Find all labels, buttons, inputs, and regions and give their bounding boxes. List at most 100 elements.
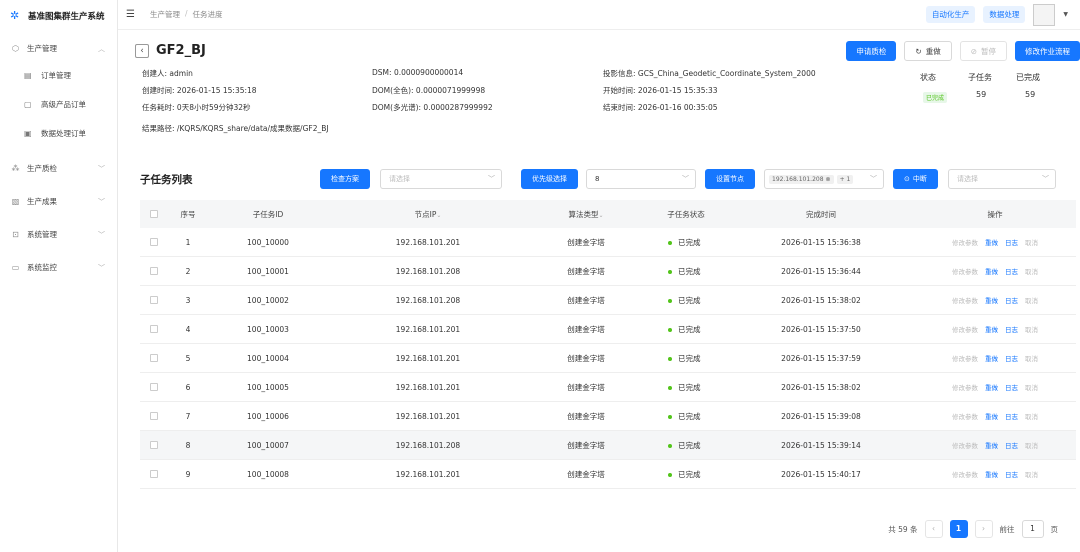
col-algorithm[interactable]: 算法类型⌄ xyxy=(528,209,644,220)
sidebar-item-system[interactable]: ⊡ 系统管理 ﹀ xyxy=(0,222,117,247)
row-checkbox[interactable] xyxy=(140,325,168,333)
sidebar-item-production[interactable]: ⬡ 生产管理 ︿ xyxy=(0,36,117,61)
node-select[interactable]: 192.168.101.208 ⊗ + 1 ﹀ xyxy=(764,169,884,189)
checkbox[interactable] xyxy=(150,210,158,218)
auto-produce-button[interactable]: 自动化生产 xyxy=(925,6,976,23)
modify-params-link[interactable]: 修改参数 xyxy=(952,266,978,276)
log-link[interactable]: 日志 xyxy=(1005,440,1018,450)
modify-params-link[interactable]: 修改参数 xyxy=(952,382,978,392)
interrupt-button[interactable]: ⊙ 中断 xyxy=(893,169,938,189)
sidebar-item-monitor[interactable]: ▭ 系统监控 ﹀ xyxy=(0,255,117,280)
interrupt-select[interactable]: 请选择 ﹀ xyxy=(948,169,1056,189)
sort-icon[interactable]: ⌄ xyxy=(598,212,603,219)
avatar[interactable] xyxy=(1033,3,1056,26)
modify-params-link[interactable]: 修改参数 xyxy=(952,353,978,363)
next-page-icon[interactable]: › xyxy=(974,520,993,538)
sort-icon[interactable]: ⌄ xyxy=(436,212,441,219)
redo-link[interactable]: 重做 xyxy=(985,411,998,421)
log-link[interactable]: 日志 xyxy=(1005,469,1018,479)
cell-node-ip: 192.168.101.208 xyxy=(395,440,461,450)
apply-qc-button[interactable]: 申请质检 xyxy=(846,41,897,61)
row-checkbox[interactable] xyxy=(140,470,168,478)
redo-link[interactable]: 重做 xyxy=(985,237,998,247)
data-process-button[interactable]: 数据处理 xyxy=(983,6,1026,23)
set-node-button[interactable]: 设置节点 xyxy=(705,169,755,189)
cancel-link[interactable]: 取消 xyxy=(1025,469,1038,479)
modify-params-link[interactable]: 修改参数 xyxy=(952,440,978,450)
checkbox[interactable] xyxy=(150,267,158,275)
redo-link[interactable]: 重做 xyxy=(985,440,998,450)
brand: ✲ 基准图集群生产系统 xyxy=(0,0,117,32)
modify-params-link[interactable]: 修改参数 xyxy=(952,469,978,479)
sidebar-item-data-orders[interactable]: ▣ 数据处理订单 xyxy=(0,119,117,148)
sidebar-item-qc[interactable]: ⁂ 生产质检 ﹀ xyxy=(0,156,117,181)
row-checkbox[interactable] xyxy=(140,296,168,304)
log-link[interactable]: 日志 xyxy=(1005,382,1018,392)
modify-params-link[interactable]: 修改参数 xyxy=(952,295,978,305)
info-result-path: 结果路径: /KQRS/KQRS_share/data/成果数据/GF2_BJ xyxy=(142,123,329,134)
cancel-link[interactable]: 取消 xyxy=(1025,324,1038,334)
log-link[interactable]: 日志 xyxy=(1005,237,1018,247)
redo-link[interactable]: 重做 xyxy=(985,266,998,276)
log-link[interactable]: 日志 xyxy=(1005,324,1018,334)
sidebar-item-orders[interactable]: ▤ 订单管理 xyxy=(0,61,117,90)
cancel-link[interactable]: 取消 xyxy=(1025,266,1038,276)
goto-page-input[interactable]: 1 xyxy=(1021,520,1044,538)
current-page[interactable]: 1 xyxy=(949,520,968,538)
sidebar-item-advanced-orders[interactable]: ▢ 高级产品订单 xyxy=(0,90,117,119)
close-icon[interactable]: ⊗ xyxy=(826,176,831,183)
log-link[interactable]: 日志 xyxy=(1005,411,1018,421)
cancel-link[interactable]: 取消 xyxy=(1025,237,1038,247)
sidebar-item-results[interactable]: ▧ 生产成果 ﹀ xyxy=(0,189,117,214)
chevron-down-icon: ﹀ xyxy=(98,164,105,173)
check-scheme-select[interactable]: 请选择 ﹀ xyxy=(380,169,502,189)
row-checkbox[interactable] xyxy=(140,412,168,420)
cell-index: 4 xyxy=(185,324,191,334)
priority-button[interactable]: 优先级选择 xyxy=(521,169,578,189)
cancel-link[interactable]: 取消 xyxy=(1025,382,1038,392)
priority-select[interactable]: 8 ﹀ xyxy=(586,169,696,189)
checkbox[interactable] xyxy=(150,470,158,478)
redo-link[interactable]: 重做 xyxy=(985,353,998,363)
checkbox[interactable] xyxy=(150,325,158,333)
row-checkbox[interactable] xyxy=(140,383,168,391)
status-dot-icon xyxy=(668,472,672,477)
checkbox[interactable] xyxy=(150,412,158,420)
col-node-ip[interactable]: 节点IP⌄ xyxy=(328,209,528,220)
reset-button[interactable]: ↻ 重做 xyxy=(904,41,952,61)
log-link[interactable]: 日志 xyxy=(1005,353,1018,363)
cancel-link[interactable]: 取消 xyxy=(1025,353,1038,363)
checkbox[interactable] xyxy=(150,296,158,304)
prev-page-icon[interactable]: ‹ xyxy=(924,520,943,538)
modify-params-link[interactable]: 修改参数 xyxy=(952,237,978,247)
modify-workflow-button[interactable]: 修改作业流程 xyxy=(1015,41,1080,61)
cancel-link[interactable]: 取消 xyxy=(1025,411,1038,421)
cell-actions: 修改参数 重做 日志 取消 xyxy=(914,324,1076,334)
checkbox[interactable] xyxy=(150,354,158,362)
checkbox[interactable] xyxy=(150,441,158,449)
menu-fold-icon[interactable]: ☰ xyxy=(126,9,140,20)
redo-link[interactable]: 重做 xyxy=(985,324,998,334)
modify-params-link[interactable]: 修改参数 xyxy=(952,411,978,421)
log-link[interactable]: 日志 xyxy=(1005,295,1018,305)
caret-down-icon[interactable]: ▼ xyxy=(1063,11,1068,18)
checkbox[interactable] xyxy=(150,238,158,246)
row-checkbox[interactable] xyxy=(140,354,168,362)
redo-link[interactable]: 重做 xyxy=(985,382,998,392)
pause-button[interactable]: ⊘ 暂停 xyxy=(959,41,1007,61)
modify-params-link[interactable]: 修改参数 xyxy=(952,324,978,334)
redo-link[interactable]: 重做 xyxy=(985,469,998,479)
breadcrumb-separator: / xyxy=(185,9,188,18)
select-all-checkbox[interactable] xyxy=(140,210,168,218)
checkbox[interactable] xyxy=(150,383,158,391)
log-link[interactable]: 日志 xyxy=(1005,266,1018,276)
redo-link[interactable]: 重做 xyxy=(985,295,998,305)
check-scheme-button[interactable]: 检查方案 xyxy=(320,169,370,189)
back-icon[interactable]: ‹ xyxy=(135,44,149,58)
row-checkbox[interactable] xyxy=(140,441,168,449)
row-checkbox[interactable] xyxy=(140,238,168,246)
cancel-link[interactable]: 取消 xyxy=(1025,440,1038,450)
row-checkbox[interactable] xyxy=(140,267,168,275)
cancel-link[interactable]: 取消 xyxy=(1025,295,1038,305)
breadcrumb-item[interactable]: 生产管理 xyxy=(150,9,180,20)
